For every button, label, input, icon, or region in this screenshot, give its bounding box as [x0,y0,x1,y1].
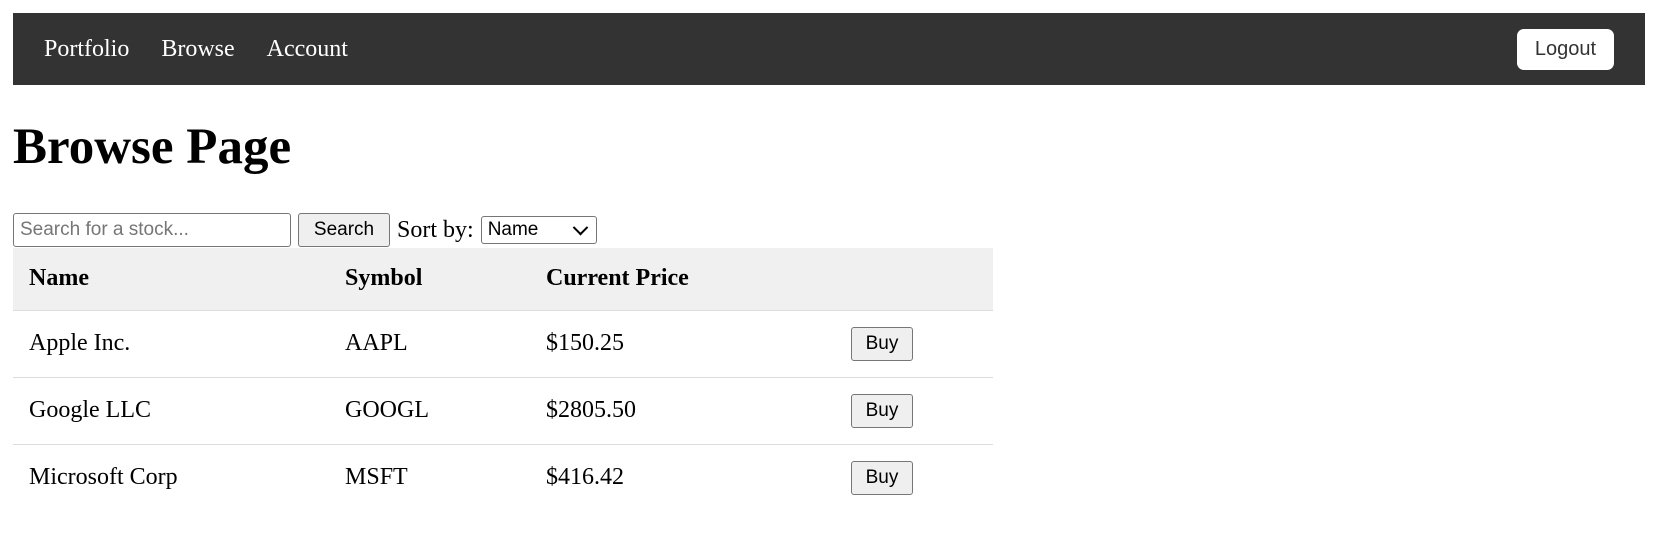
buy-button[interactable]: Buy [851,326,913,361]
stock-price: $416.42 [546,464,624,491]
column-header-price: Current Price [530,248,835,311]
sort-label: Sort by: [397,216,474,243]
stock-name: Apple Inc. [13,310,329,378]
stock-symbol: MSFT [345,464,408,491]
top-navbar: Portfolio Browse Account Logout [13,13,1645,85]
chevron-down-icon [572,219,588,235]
column-header-name: Name [13,248,329,311]
stock-symbol: AAPL [329,310,530,378]
column-header-symbol: Symbol [329,248,530,311]
search-button[interactable]: Search [298,213,390,247]
stock-price: $2805.50 [530,377,835,445]
stock-symbol: GOOGL [329,377,530,445]
stock-action-cell: Buy [835,310,993,378]
nav-link-portfolio[interactable]: Portfolio [44,36,129,63]
stock-name: Google LLC [13,377,329,445]
page-title: Browse Page [13,119,292,175]
nav-link-browse[interactable]: Browse [161,36,234,63]
stock-action-cell: Buy [835,377,993,445]
logout-button[interactable]: Logout [1517,29,1614,70]
stock-action-cell: Buy [835,444,993,511]
stock-price: $150.25 [530,310,835,378]
table-row: Apple Inc. AAPL $150.25 Buy [13,310,993,378]
column-header-action [835,248,993,311]
sort-selected-value: Name [487,219,539,240]
nav-link-account[interactable]: Account [267,36,348,63]
table-row: Microsoft Corp MSFT $416.42 Buy [13,444,993,511]
buy-button[interactable]: Buy [851,393,913,428]
search-controls: Search Sort by: Name [13,213,597,247]
stock-table: Name Symbol Current Price Apple Inc. AAP… [13,248,993,511]
sort-select[interactable]: Name [480,216,597,244]
stock-name: Microsoft Corp [29,464,178,491]
table-row: Google LLC GOOGL $2805.50 Buy [13,377,993,445]
search-input[interactable] [13,213,291,247]
table-header-row: Name Symbol Current Price [13,248,993,311]
buy-button[interactable]: Buy [851,460,913,495]
